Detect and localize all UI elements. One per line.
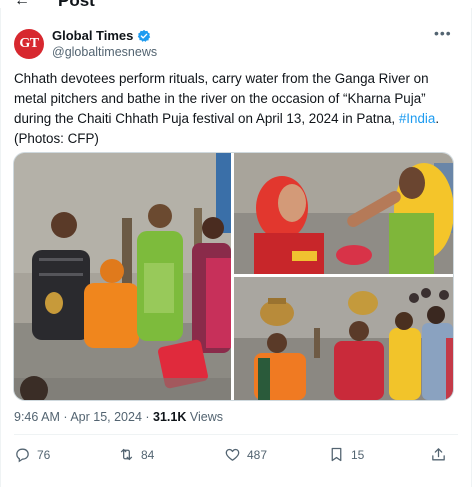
post-date[interactable]: Apr 15, 2024 [70,410,142,424]
reply-icon [16,448,29,463]
like-count: 487 [247,447,268,462]
photo-carrying-pitchers[interactable] [234,277,453,400]
post-time[interactable]: 9:46 AM [14,410,60,424]
author-handle[interactable]: @globaltimesnews [52,45,157,59]
media-photos [14,153,453,400]
heart-icon [225,448,240,461]
share-button[interactable] [430,446,447,463]
reply-button[interactable]: 76 [14,446,50,463]
reply-count: 76 [37,447,51,462]
views-label: Views [189,410,223,424]
verified-badge-icon [138,29,151,42]
tweet-text-main: Chhath devotees perform rituals, carry w… [14,71,429,126]
like-button[interactable]: 487 [224,446,267,463]
meta-separator-2: · [145,410,154,424]
hashtag-link[interactable]: #India [399,111,435,126]
post-meta: 9:46 AM · Apr 15, 2024 · 31.1K Views [14,410,223,424]
views-count: 31.1K [153,410,187,424]
photo-tilak-ritual[interactable] [234,153,453,274]
bookmark-icon [331,447,342,462]
repost-icon [120,448,133,461]
author-name-row[interactable]: Global Times [52,28,151,43]
avatar[interactable]: GT [14,29,44,59]
photo-bathing-devotees[interactable] [14,153,231,400]
repost-button[interactable]: 84 [118,446,154,463]
action-bar: 76 84 487 15 [14,446,458,468]
author-name[interactable]: Global Times [52,28,133,43]
tweet-text: Chhath devotees perform rituals, carry w… [14,69,459,149]
more-options-icon[interactable]: ••• [434,25,452,41]
bookmark-count: 15 [351,447,365,462]
repost-count: 84 [141,447,155,462]
divider [14,434,458,435]
share-icon [432,448,445,461]
bookmark-button[interactable]: 15 [328,446,364,463]
media-grid[interactable] [13,152,454,401]
